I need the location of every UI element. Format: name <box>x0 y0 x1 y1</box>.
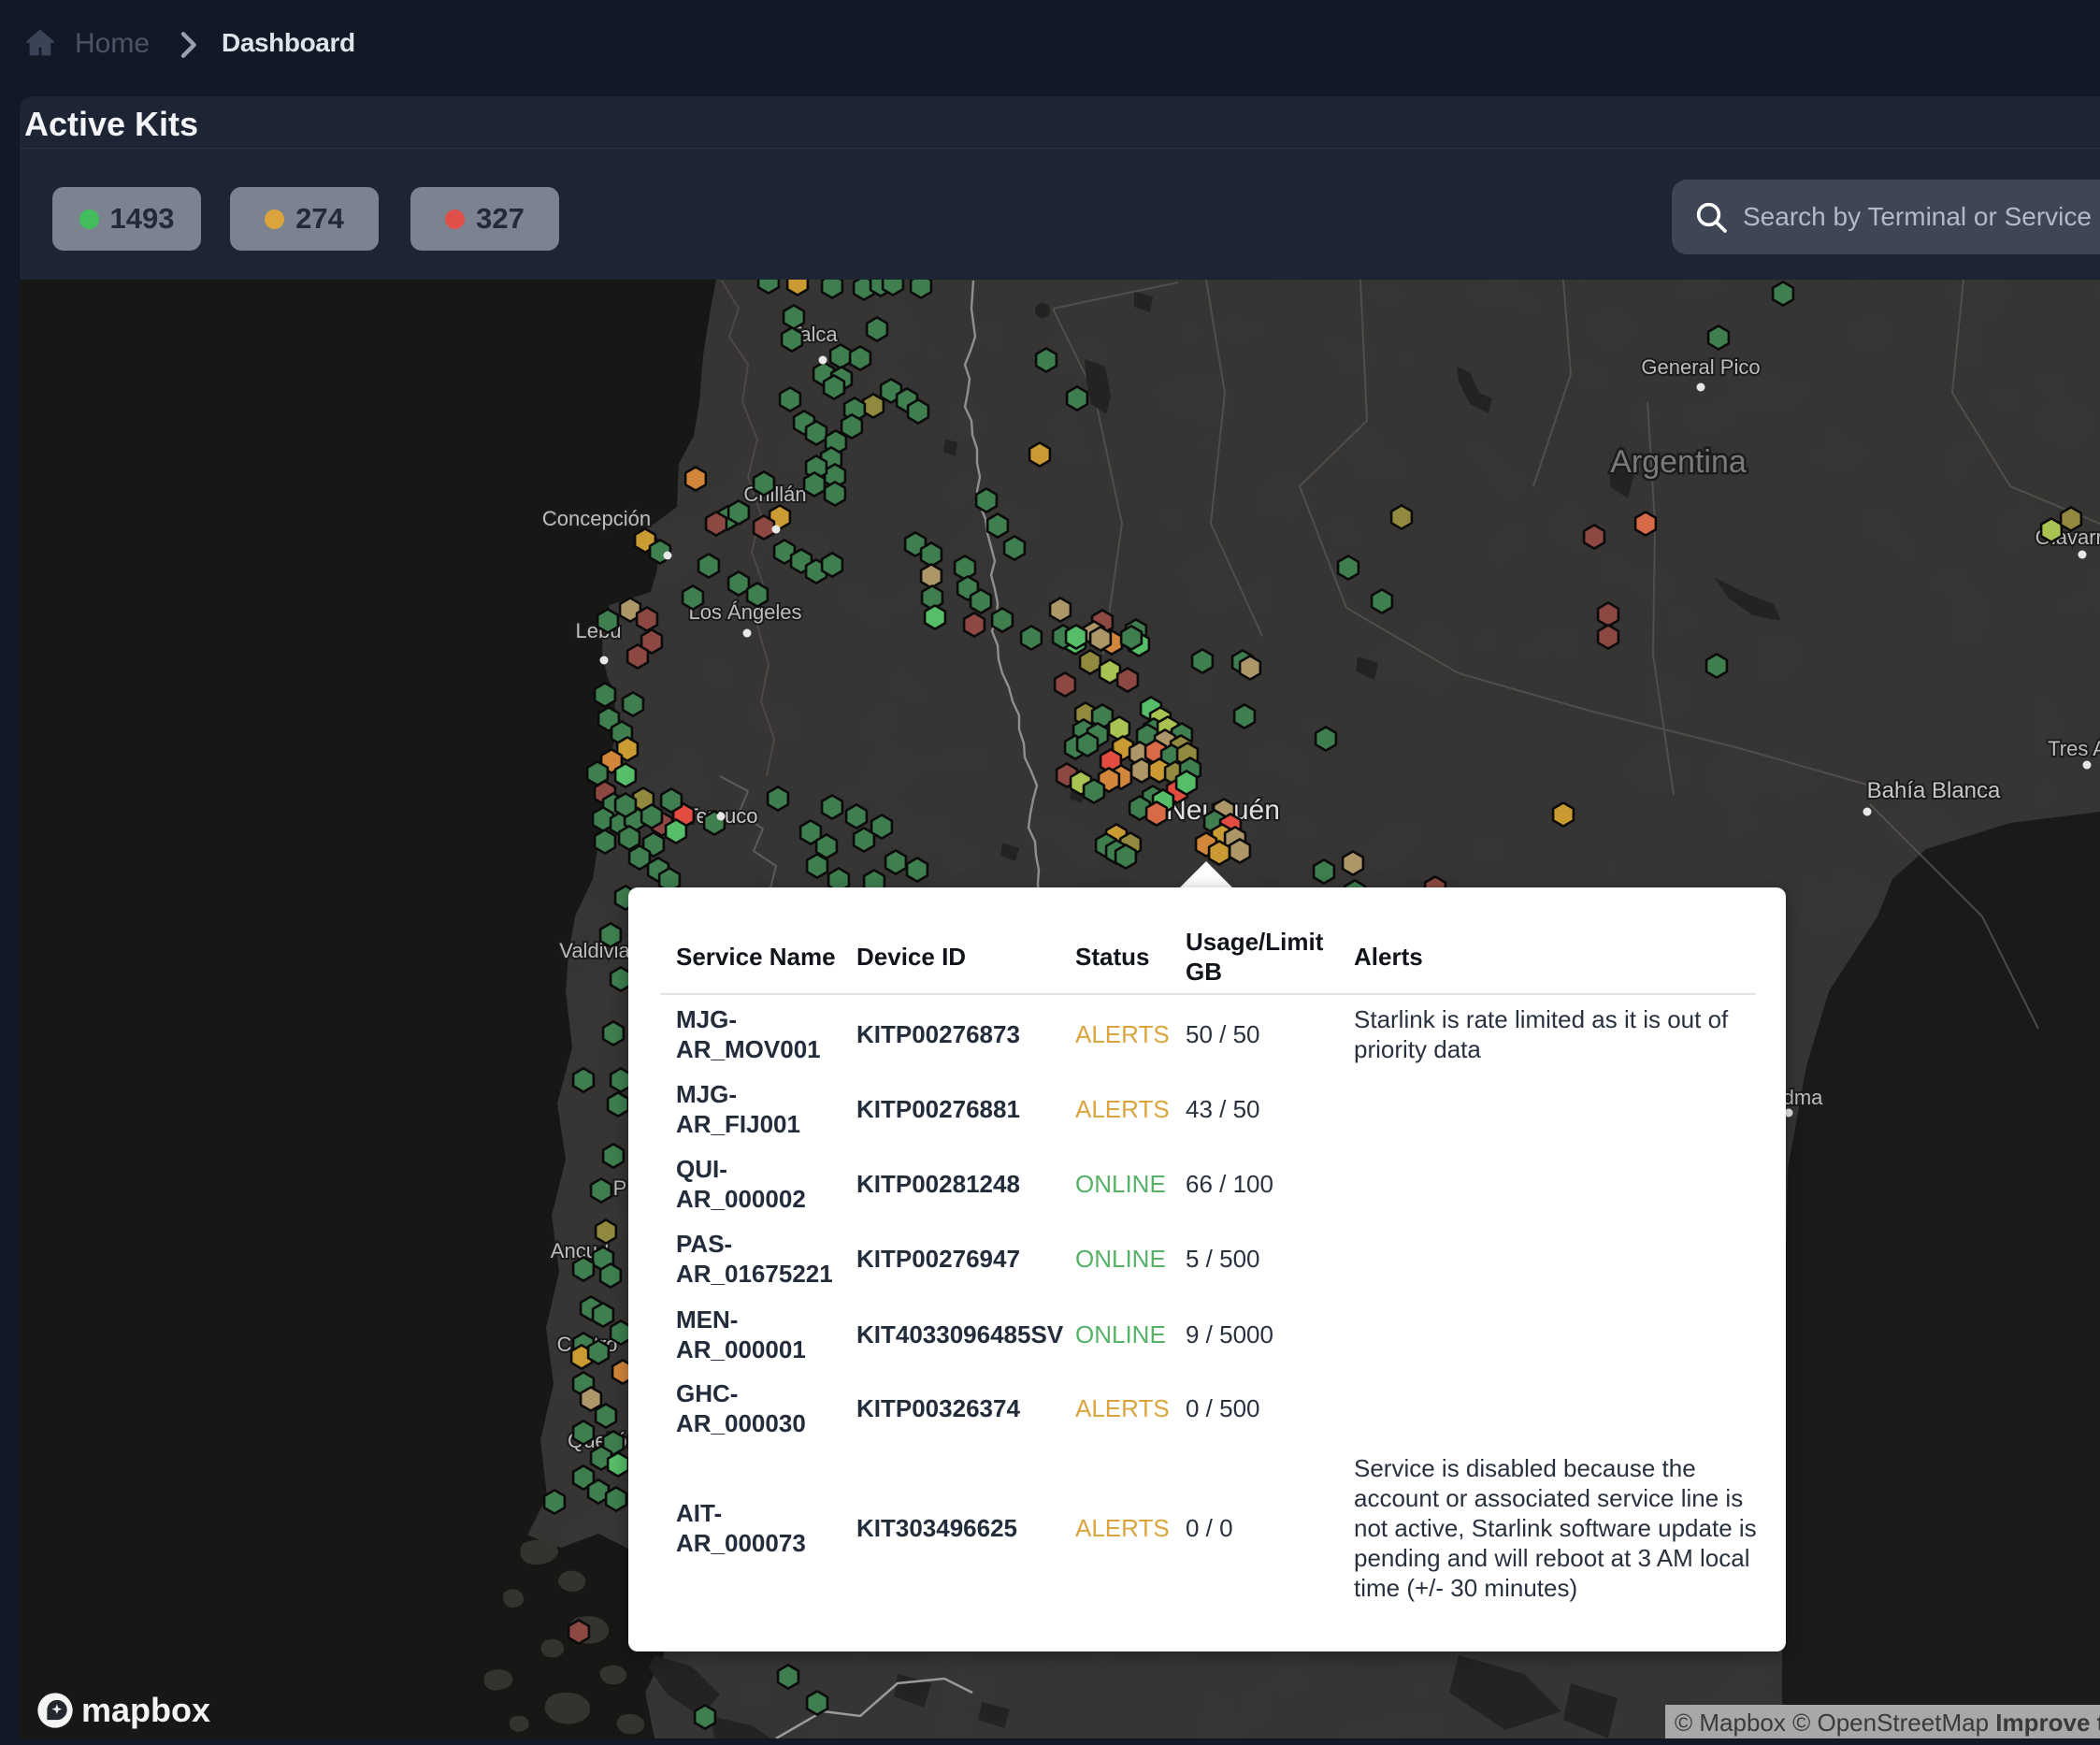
svg-text:dma: dma <box>1783 1086 1824 1109</box>
svg-text:P: P <box>613 1176 627 1200</box>
svg-text:Concepción: Concepción <box>542 507 651 530</box>
svg-text:Tres Arro: Tres Arro <box>2048 737 2100 760</box>
svg-text:General Pico: General Pico <box>1641 355 1760 379</box>
svg-text:Argentina: Argentina <box>1610 444 1747 480</box>
svg-text:Bahía Blanca: Bahía Blanca <box>1867 778 2001 803</box>
svg-text:Los Ángeles: Los Ángeles <box>688 600 801 624</box>
